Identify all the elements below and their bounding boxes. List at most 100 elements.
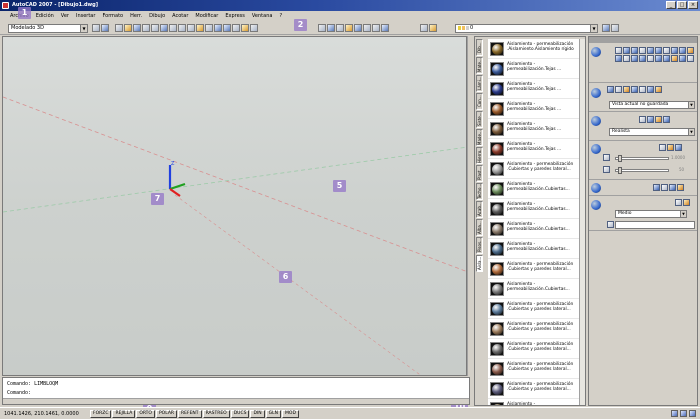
material-item[interactable]: Aislamiento - permeabilización.Cubiertas.… — [488, 199, 579, 219]
layer-previous-icon[interactable] — [611, 24, 619, 32]
material-item[interactable]: Aislamiento - permeabilización .Cubiertas… — [488, 359, 579, 379]
attach-material-icon[interactable] — [661, 184, 668, 191]
workspace-settings-icon[interactable] — [92, 24, 100, 32]
point-light-icon[interactable] — [659, 144, 666, 151]
sheet-set-icon[interactable] — [354, 24, 362, 32]
layer-state-icon[interactable] — [429, 24, 437, 32]
named-view-select[interactable]: Vista actual no guardada ▼ — [609, 101, 695, 109]
pyramid-icon[interactable] — [663, 47, 670, 54]
menu-modificar[interactable]: Modificar — [195, 13, 218, 19]
palette-tab[interactable]: Lámi... — [476, 75, 483, 92]
palette-tab[interactable]: Pisos... — [476, 237, 483, 254]
menu-herr[interactable]: Herr. — [130, 13, 142, 19]
help-icon[interactable] — [381, 24, 389, 32]
command-window[interactable]: Comando: LIMBLOQM Comando: — [2, 377, 470, 405]
cone-icon[interactable] — [639, 47, 646, 54]
zoom-realtime-icon[interactable] — [241, 24, 249, 32]
wedge-icon[interactable] — [647, 47, 654, 54]
model-viewport[interactable]: Z — [2, 36, 467, 376]
palette-tab[interactable]: Dib... — [476, 39, 483, 56]
lwt-toggle[interactable]: GLN — [265, 410, 282, 418]
palette-tab[interactable]: Alba... — [476, 219, 483, 236]
markup-icon[interactable] — [363, 24, 371, 32]
menu-acotar[interactable]: Acotar — [172, 13, 188, 19]
viewport-vertical-scrollbar[interactable] — [467, 36, 472, 376]
tool-palettes-icon[interactable] — [345, 24, 353, 32]
make-object-layer-current-icon[interactable] — [602, 24, 610, 32]
menu-ayuda[interactable]: ? — [279, 13, 282, 19]
quickcalc-icon[interactable] — [372, 24, 380, 32]
paste-icon[interactable] — [187, 24, 195, 32]
sweep-icon[interactable] — [615, 55, 622, 62]
menu-dibujo[interactable]: Dibujo — [149, 13, 165, 19]
material-item[interactable]: Aislamiento - permeabilización .Aislamien… — [488, 39, 579, 59]
hidden-icon[interactable] — [647, 116, 654, 123]
palette-tab[interactable]: Acab... — [476, 201, 483, 218]
extrude-icon[interactable] — [679, 47, 686, 54]
new-icon[interactable] — [115, 24, 123, 32]
osnap-toggle[interactable]: REFENT — [178, 410, 202, 418]
undo-icon[interactable] — [214, 24, 222, 32]
fly-icon[interactable] — [631, 86, 638, 93]
material-item[interactable]: Aislamiento - permeabilización .Cubiertas… — [488, 159, 579, 179]
clean-screen-icon[interactable] — [689, 410, 696, 417]
print-icon[interactable] — [142, 24, 150, 32]
ducs-toggle[interactable]: DUCS — [230, 410, 250, 418]
palette-tab[interactable]: Plast... — [476, 165, 483, 182]
material-item[interactable]: Aislamiento - permeabilización.Tejas ... — [488, 59, 579, 79]
workspace-select[interactable]: Modelado 3D ▼ — [8, 24, 88, 33]
palette-tab-active[interactable]: Aisla... — [476, 255, 483, 272]
revolve-icon[interactable] — [687, 47, 694, 54]
material-item[interactable]: Aislamiento - permeabilización .Cubiertas… — [488, 259, 579, 279]
layer-manager-icon[interactable] — [420, 24, 428, 32]
pan-icon[interactable] — [647, 86, 654, 93]
material-item[interactable]: Aislamiento - permeabilización.Tejas ... — [488, 99, 579, 119]
palette-tab[interactable]: Con... — [476, 93, 483, 110]
command-horizontal-scrollbar[interactable] — [3, 398, 469, 404]
palette-tab[interactable]: Techo... — [476, 183, 483, 200]
publish-icon[interactable] — [160, 24, 168, 32]
maximize-button[interactable]: □ — [677, 1, 687, 9]
torus-icon[interactable] — [655, 47, 662, 54]
materials-palette-icon[interactable] — [653, 184, 660, 191]
view-icon[interactable] — [655, 86, 662, 93]
render-region-icon[interactable] — [675, 199, 682, 206]
3d-rotate-icon[interactable] — [679, 55, 686, 62]
zoom-icon[interactable] — [639, 86, 646, 93]
ortho-toggle[interactable]: ORTO — [136, 410, 155, 418]
lock-icon[interactable] — [680, 410, 687, 417]
polysolid-icon[interactable] — [671, 47, 678, 54]
snap-toggle[interactable]: FORZC — [90, 410, 112, 418]
walk-icon[interactable] — [623, 86, 630, 93]
union-icon[interactable] — [631, 55, 638, 62]
redo-icon[interactable] — [223, 24, 231, 32]
intersect-icon[interactable] — [647, 55, 654, 62]
orbit-icon[interactable] — [607, 86, 614, 93]
3d-move-icon[interactable] — [671, 55, 678, 62]
menu-insertar[interactable]: Insertar — [76, 13, 95, 19]
copy-icon[interactable] — [178, 24, 186, 32]
material-item[interactable]: Aislamiento - permeabilización.Tejas ... — [488, 119, 579, 139]
contrast-slider[interactable] — [615, 167, 669, 174]
menu-formato[interactable]: Formato — [102, 13, 123, 19]
block-editor-icon[interactable] — [205, 24, 213, 32]
cut-icon[interactable] — [169, 24, 177, 32]
palette-tab[interactable]: Siste... — [476, 111, 483, 128]
material-item[interactable]: Aislamiento - permeabilización .Cubiertas… — [488, 379, 579, 399]
material-item[interactable]: Aislamiento - permeabilización.Cubiertas.… — [488, 239, 579, 259]
material-item[interactable]: Aislamiento -permeabilización... — [488, 399, 579, 405]
3d-align-icon[interactable] — [687, 55, 694, 62]
material-item[interactable]: Aislamiento - permeabilización .Cubiertas… — [488, 299, 579, 319]
properties-icon[interactable] — [327, 24, 335, 32]
plot-preview-icon[interactable] — [151, 24, 159, 32]
render-teapot-icon[interactable] — [683, 199, 690, 206]
subtract-icon[interactable] — [639, 55, 646, 62]
communication-center-icon[interactable] — [671, 410, 678, 417]
conceptual-icon[interactable] — [663, 116, 670, 123]
grid-toggle[interactable]: REJILLA — [112, 410, 136, 418]
camera-icon[interactable] — [615, 86, 622, 93]
contrast-slider-thumb[interactable] — [618, 167, 622, 174]
material-item[interactable]: Aislamiento - permeabilización.Cubiertas.… — [488, 219, 579, 239]
sun-icon[interactable] — [675, 144, 682, 151]
visual-style-select[interactable]: Realista ▼ — [609, 128, 695, 136]
